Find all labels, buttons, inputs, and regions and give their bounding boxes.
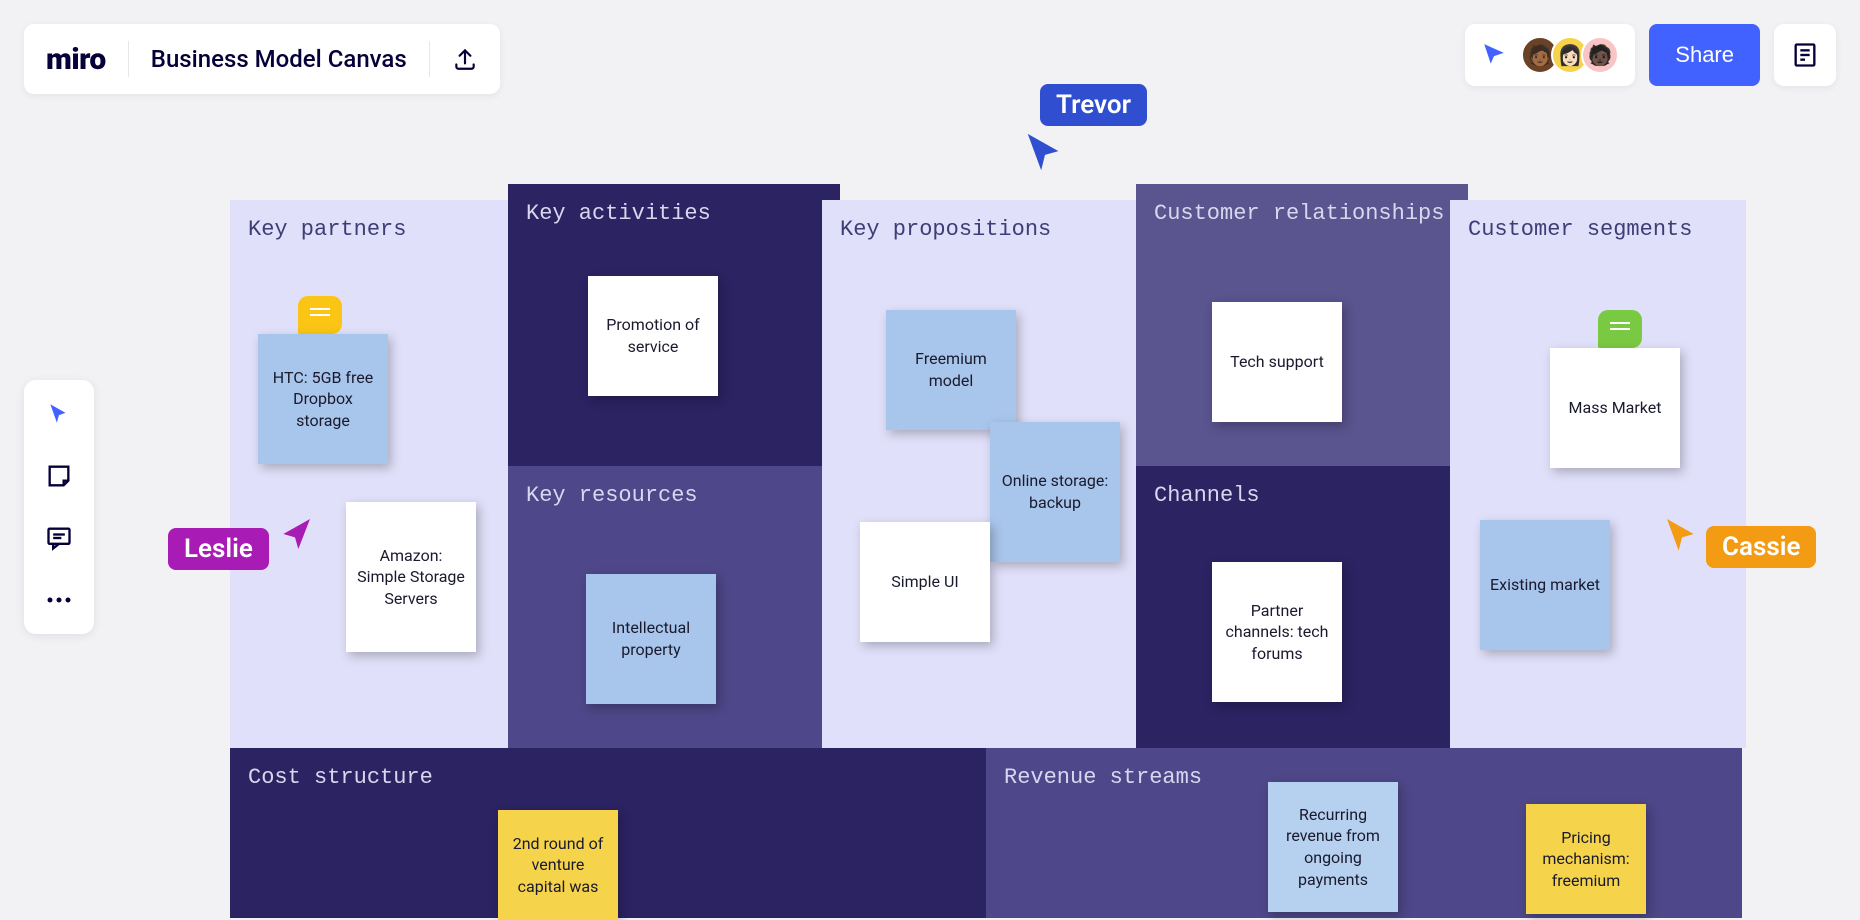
section-title: Cost structure (248, 764, 968, 793)
section-relationships-channels: Customer relationships Tech support Chan… (1154, 200, 1450, 748)
sticky-note[interactable]: Freemium model (886, 310, 1016, 430)
section-cost-structure[interactable]: Cost structure 2nd round of venture capi… (230, 748, 986, 918)
cursor-name: Leslie (168, 528, 269, 570)
board-title[interactable]: Business Model Canvas (151, 45, 407, 73)
sticky-note[interactable]: Promotion of service (588, 276, 718, 396)
sticky-note[interactable]: Tech support (1212, 302, 1342, 422)
collaborator-cursor-cassie: Cassie (1662, 526, 1816, 568)
section-title: Key resources (526, 482, 822, 511)
section-revenue-streams[interactable]: Revenue streams Recurring revenue from o… (986, 748, 1742, 918)
sticky-note[interactable]: Pricing mechanism: freemium (1526, 804, 1646, 914)
sticky-note[interactable]: Partner channels: tech forums (1212, 562, 1342, 702)
select-tool-icon[interactable] (39, 394, 79, 434)
cursor-mode-icon[interactable] (1481, 42, 1507, 68)
section-title: Channels (1154, 482, 1450, 511)
export-icon[interactable] (452, 46, 478, 72)
sticky-note[interactable]: Mass Market (1550, 348, 1680, 468)
section-key-resources[interactable]: Key resources Intellectual property (508, 466, 840, 748)
comment-icon[interactable] (298, 296, 342, 334)
comment-icon[interactable] (1598, 310, 1642, 348)
sticky-tool-icon[interactable] (39, 456, 79, 496)
sticky-note[interactable]: Recurring revenue from ongoing payments (1268, 782, 1398, 912)
section-title: Customer relationships (1154, 200, 1450, 229)
more-tools-icon[interactable] (39, 580, 79, 620)
cursor-name: Trevor (1040, 84, 1147, 126)
section-customer-segments[interactable]: Customer segments Mass Market Existing m… (1450, 200, 1746, 748)
section-title: Customer segments (1468, 216, 1728, 245)
section-customer-relationships[interactable]: Customer relationships Tech support (1136, 184, 1468, 466)
divider (128, 41, 129, 77)
collaborator-cursor-trevor: Trevor (1040, 84, 1147, 176)
section-title: Key activities (526, 200, 822, 229)
canvas-board[interactable]: Key partners HTC: 5GB free Dropbox stora… (230, 200, 1750, 918)
section-title: Key propositions (840, 216, 1136, 245)
cursor-name: Cassie (1706, 526, 1816, 568)
collaborator-avatars[interactable]: 🧑🏾 👩🏻 🧑🏿 (1521, 36, 1619, 74)
sticky-note[interactable]: HTC: 5GB free Dropbox storage (258, 334, 388, 464)
top-right: 🧑🏾 👩🏻 🧑🏿 Share (1465, 24, 1836, 86)
sticky-note[interactable]: Amazon: Simple Storage Servers (346, 502, 476, 652)
top-bar: miro Business Model Canvas (24, 24, 500, 94)
sticky-note[interactable]: Online storage: backup (990, 422, 1120, 562)
presence-panel: 🧑🏾 👩🏻 🧑🏿 (1465, 24, 1635, 86)
section-key-propositions[interactable]: Key propositions Freemium model Online s… (822, 200, 1154, 748)
sticky-note[interactable]: 2nd round of venture capital was (498, 810, 618, 920)
comment-tool-icon[interactable] (39, 518, 79, 558)
notes-button[interactable] (1774, 24, 1836, 86)
section-key-partners[interactable]: Key partners HTC: 5GB free Dropbox stora… (230, 200, 526, 748)
share-button[interactable]: Share (1649, 24, 1760, 86)
divider (429, 41, 430, 77)
sticky-note[interactable]: Intellectual property (586, 574, 716, 704)
section-title: Key partners (248, 216, 508, 245)
section-key-activities[interactable]: Key activities Promotion of service (508, 184, 840, 466)
avatar[interactable]: 🧑🏿 (1581, 36, 1619, 74)
app-logo: miro (46, 42, 106, 77)
collaborator-cursor-leslie: Leslie (168, 528, 315, 570)
sticky-note[interactable]: Existing market (1480, 520, 1610, 650)
sticky-note[interactable]: Simple UI (860, 522, 990, 642)
left-toolbar (24, 380, 94, 634)
section-activities-resources: Key activities Promotion of service Key … (526, 200, 822, 748)
section-channels[interactable]: Channels Partner channels: tech forums (1136, 466, 1468, 748)
